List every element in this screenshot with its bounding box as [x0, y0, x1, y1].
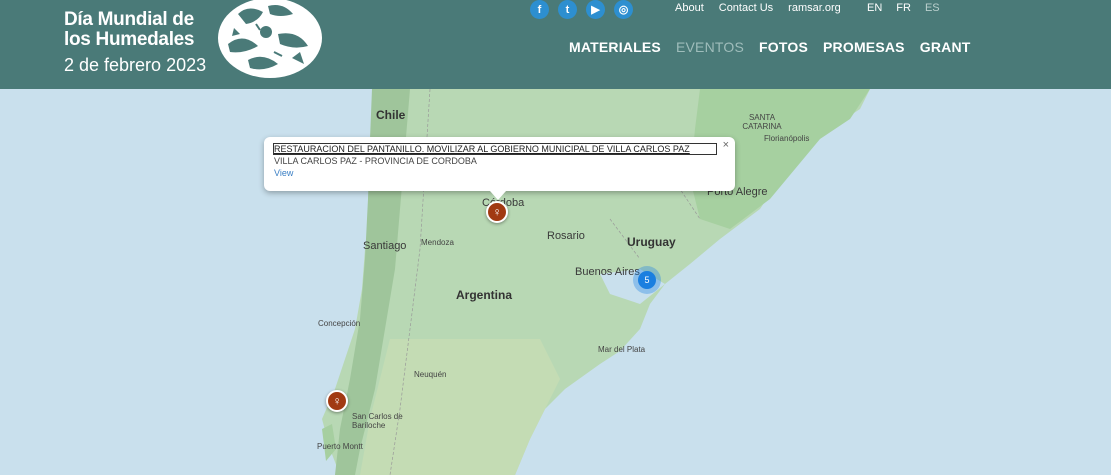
main-nav: MATERIALES EVENTOS FOTOS PROMESAS GRANT: [569, 39, 971, 55]
map-label-mar-del-plata: Mar del Plata: [598, 345, 646, 354]
map-label-bariloche: San Carlos de Bariloche: [352, 412, 403, 430]
youtube-icon[interactable]: ▶: [586, 0, 605, 19]
cluster-count: 5: [638, 271, 656, 289]
logo-date: 2 de febrero 2023: [64, 55, 207, 75]
lang-es-link[interactable]: ES: [925, 2, 940, 14]
events-map[interactable]: Chile SANTA CATARINA Florianópolis Porto…: [0, 89, 1111, 475]
close-icon[interactable]: ×: [723, 139, 729, 151]
event-marker-cordoba[interactable]: ♀: [486, 201, 508, 223]
map-label-uruguay: Uruguay: [627, 235, 676, 249]
wetland-emblem-icon: [218, 0, 322, 78]
map-label-rosario: Rosario: [547, 230, 585, 242]
logo-title-line2: los Humedales: [64, 29, 195, 50]
social-links: f t ▶ ◎: [530, 0, 633, 19]
map-label-buenos-aires: Buenos Aires: [575, 266, 640, 278]
nav-eventos[interactable]: EVENTOS: [676, 39, 744, 55]
site-logo[interactable]: Día Mundial de los Humedales 2 de febrer…: [64, 10, 206, 74]
logo-title-line1: Día Mundial de: [64, 9, 194, 30]
map-label-santa-catarina: SANTA CATARINA: [742, 113, 782, 131]
language-switcher: EN FR ES: [867, 2, 940, 14]
nav-materiales[interactable]: MATERIALES: [569, 39, 661, 55]
map-label-puerto-montt: Puerto Montt: [317, 442, 363, 451]
top-links: About Contact Us ramsar.org: [675, 2, 841, 14]
event-popup: RESTAURACION DEL PANTANILLO. MOVILIZAR A…: [264, 137, 735, 200]
lang-fr-link[interactable]: FR: [896, 2, 911, 14]
map-label-mendoza: Mendoza: [421, 238, 454, 247]
event-marker-bariloche[interactable]: ♀: [326, 390, 348, 412]
map-label-neuquen: Neuquén: [414, 370, 447, 379]
map-label-florianopolis: Florianópolis: [764, 134, 810, 143]
contact-us-link[interactable]: Contact Us: [719, 2, 773, 14]
nav-fotos[interactable]: FOTOS: [759, 39, 808, 55]
lang-en-link[interactable]: EN: [867, 2, 882, 14]
map-label-argentina: Argentina: [456, 288, 513, 302]
map-label-santiago: Santiago: [363, 240, 407, 252]
popup-event-title[interactable]: RESTAURACION DEL PANTANILLO. MOVILIZAR A…: [273, 143, 717, 155]
popup-view-link[interactable]: View: [274, 168, 725, 178]
about-link[interactable]: About: [675, 2, 704, 14]
person-icon: ♀: [332, 394, 342, 408]
instagram-icon[interactable]: ◎: [614, 0, 633, 19]
facebook-icon[interactable]: f: [530, 0, 549, 19]
map-label-chile: Chile: [376, 108, 406, 122]
nav-grant[interactable]: GRANT: [920, 39, 971, 55]
site-header: Día Mundial de los Humedales 2 de febrer…: [0, 0, 1111, 89]
nav-promesas[interactable]: PROMESAS: [823, 39, 905, 55]
person-icon: ♀: [492, 205, 502, 219]
event-cluster[interactable]: 5: [633, 266, 661, 294]
ramsar-link[interactable]: ramsar.org: [788, 2, 841, 14]
popup-event-location: VILLA CARLOS PAZ - PROVINCIA DE CORDOBA: [274, 156, 477, 166]
twitter-icon[interactable]: t: [558, 0, 577, 19]
map-label-concepcion: Concepción: [318, 319, 361, 328]
